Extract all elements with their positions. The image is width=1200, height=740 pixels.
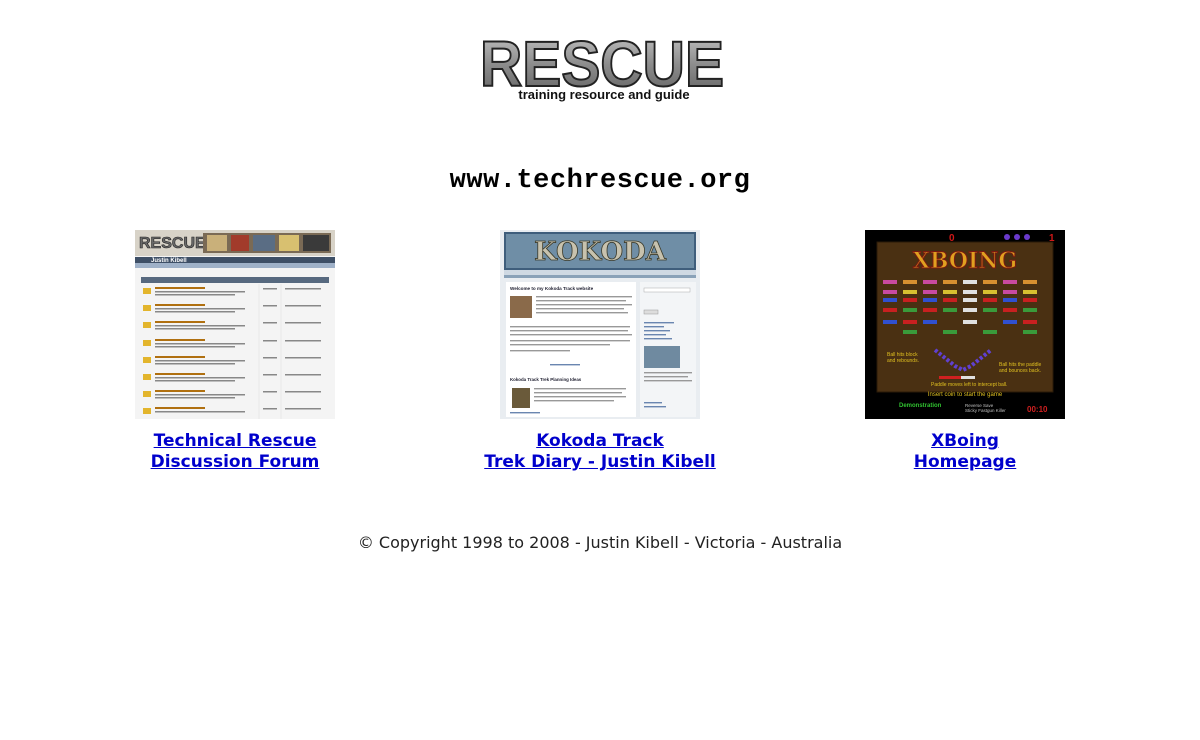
- svg-text:KOKODA: KOKODA: [534, 237, 667, 267]
- svg-text:Kokoda Track Trek Planning Ide: Kokoda Track Trek Planning Ideas: [510, 377, 582, 382]
- kokoda-link-line2: Trek Diary - Justin Kibell: [484, 452, 716, 472]
- kokoda-link[interactable]: Kokoda Track Trek Diary - Justin Kibell: [450, 431, 750, 473]
- svg-text:0: 0: [949, 233, 955, 244]
- svg-text:XBOING: XBOING: [913, 248, 1017, 274]
- kokoda-card: KOKODA Welcome to my Kokoda Track websit…: [450, 230, 750, 473]
- xboing-link-line1: XBoing: [931, 431, 999, 451]
- svg-text:Demonstration: Demonstration: [899, 403, 942, 409]
- svg-text:00:10: 00:10: [1027, 405, 1048, 414]
- xboing-link-line2: Homepage: [913, 452, 1017, 472]
- svg-text:RESCUE: RESCUE: [139, 235, 206, 252]
- svg-text:1: 1: [1049, 233, 1055, 244]
- forum-link-line1: Technical Rescue: [153, 431, 317, 451]
- forum-link[interactable]: Technical Rescue Discussion Forum: [85, 431, 385, 473]
- forum-card: RESCUE Justin Kibell Technical Rescue Di…: [85, 230, 385, 473]
- forum-link-line2: Discussion Forum: [150, 452, 320, 472]
- svg-text:Paddle moves left to intercept: Paddle moves left to intercept ball.: [931, 382, 1007, 388]
- logo-tagline: training resource and guide: [518, 87, 689, 102]
- copyright-notice: © Copyright 1998 to 2008 - Justin Kibell…: [357, 533, 843, 552]
- svg-text:Sticky Fastgun Killer: Sticky Fastgun Killer: [965, 408, 1006, 413]
- site-url: www.techrescue.org: [449, 166, 751, 196]
- forum-thumbnail[interactable]: RESCUE Justin Kibell: [135, 230, 335, 419]
- svg-text:and rebounds.: and rebounds.: [887, 358, 919, 364]
- kokoda-thumbnail[interactable]: KOKODA Welcome to my Kokoda Track websit…: [500, 230, 700, 419]
- svg-text:Insert coin to start the game: Insert coin to start the game: [928, 392, 1003, 398]
- rescue-logo: RESCUE training resource and guide: [470, 27, 730, 110]
- svg-text:and bounces back.: and bounces back.: [999, 368, 1041, 374]
- kokoda-link-line1: Kokoda Track: [536, 431, 664, 451]
- xboing-card: 0 1 XBOING Ball hits block and rebounds.…: [815, 230, 1115, 473]
- xboing-link[interactable]: XBoing Homepage: [815, 431, 1115, 473]
- svg-text:Welcome to my Kokoda Track web: Welcome to my Kokoda Track website: [510, 286, 594, 291]
- xboing-thumbnail[interactable]: 0 1 XBOING Ball hits block and rebounds.…: [865, 230, 1065, 419]
